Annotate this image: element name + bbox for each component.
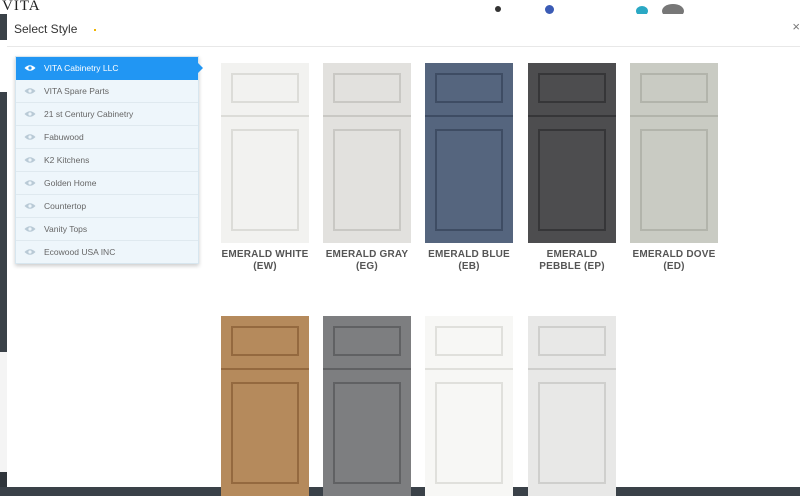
modal-header: Select Style × [7,14,800,47]
style-item[interactable]: Ecowood USA INC [16,241,198,263]
eye-icon [16,248,44,256]
door-style-label: EMERALD WHITE (EW) [219,249,311,273]
door-style-name: EMERALD DOVE [632,249,716,260]
style-item-label: Countertop [44,201,87,211]
style-item-label: K2 Kitchens [44,155,90,165]
door-style-name: EMERALD [546,249,598,260]
background-sidebar [0,40,7,487]
eye-icon [16,225,44,233]
door-style-card[interactable] [219,316,311,496]
select-style-modal: Select Style × VITA Cabinetry LLC VITA Sp… [7,14,800,496]
eye-icon [16,156,44,164]
door-image [425,316,513,496]
door-style-label: EMERALD BLUE (EB) [423,249,515,273]
eye-icon [16,64,44,72]
door-style-name: EMERALD WHITE [221,249,309,260]
style-item-label: VITA Cabinetry LLC [44,63,119,73]
background-header: VITA [0,0,800,18]
door-image [630,63,718,243]
style-item[interactable]: Golden Home [16,172,198,195]
eye-icon [16,110,44,118]
background-icon [495,6,501,12]
style-item[interactable]: 21 st Century Cabinetry [16,103,198,126]
door-image [221,63,309,243]
door-style-card[interactable] [321,316,413,496]
modal-title: Select Style [14,22,78,36]
door-style-code: (EG) [356,261,378,272]
eye-icon [16,133,44,141]
close-icon[interactable]: × [792,19,800,34]
door-style-card[interactable]: EMERALD PEBBLE (EP) [526,63,618,273]
loading-indicator [94,29,96,31]
door-image [528,316,616,496]
door-style-label: EMERALD PEBBLE (EP) [526,249,618,273]
style-item-label: Ecowood USA INC [44,247,116,257]
style-list: VITA Cabinetry LLC VITA Spare Parts 21 st … [15,56,203,264]
door-style-name: EMERALD GRAY [325,249,409,260]
door-image [528,63,616,243]
door-style-name: EMERALD BLUE [428,249,510,260]
style-item-label: Fabuwood [44,132,84,142]
door-image [425,63,513,243]
style-item[interactable]: VITA Cabinetry LLC [16,57,203,80]
style-item-label: Golden Home [44,178,97,188]
door-image [323,63,411,243]
door-style-code: (ED) [663,261,685,272]
door-style-card[interactable] [526,316,618,496]
style-item[interactable]: Fabuwood [16,126,198,149]
door-style-code: (EB) [458,261,480,272]
eye-icon [16,87,44,95]
style-item-label: Vanity Tops [44,224,88,234]
door-style-card[interactable]: EMERALD DOVE (ED) [628,63,720,273]
eye-icon [16,202,44,210]
style-item[interactable]: VITA Spare Parts [16,80,198,103]
door-style-label: EMERALD DOVE (ED) [628,249,720,273]
style-item[interactable]: Vanity Tops [16,218,198,241]
style-item-label: VITA Spare Parts [44,86,110,96]
door-style-code: PEBBLE (EP) [539,261,605,272]
eye-icon [16,179,44,187]
door-style-card[interactable]: EMERALD GRAY (EG) [321,63,413,273]
style-item[interactable]: Countertop [16,195,198,218]
door-image [323,316,411,496]
door-style-label: EMERALD GRAY (EG) [321,249,413,273]
door-style-code: (EW) [253,261,277,272]
door-image [221,316,309,496]
door-style-card[interactable]: EMERALD BLUE (EB) [423,63,515,273]
style-item-label: 21 st Century Cabinetry [44,109,134,119]
door-style-card[interactable] [423,316,515,496]
background-flag-icon [545,5,554,14]
door-style-card[interactable]: EMERALD WHITE (EW) [219,63,311,273]
background-logo: VITA [2,0,41,14]
style-item[interactable]: K2 Kitchens [16,149,198,172]
